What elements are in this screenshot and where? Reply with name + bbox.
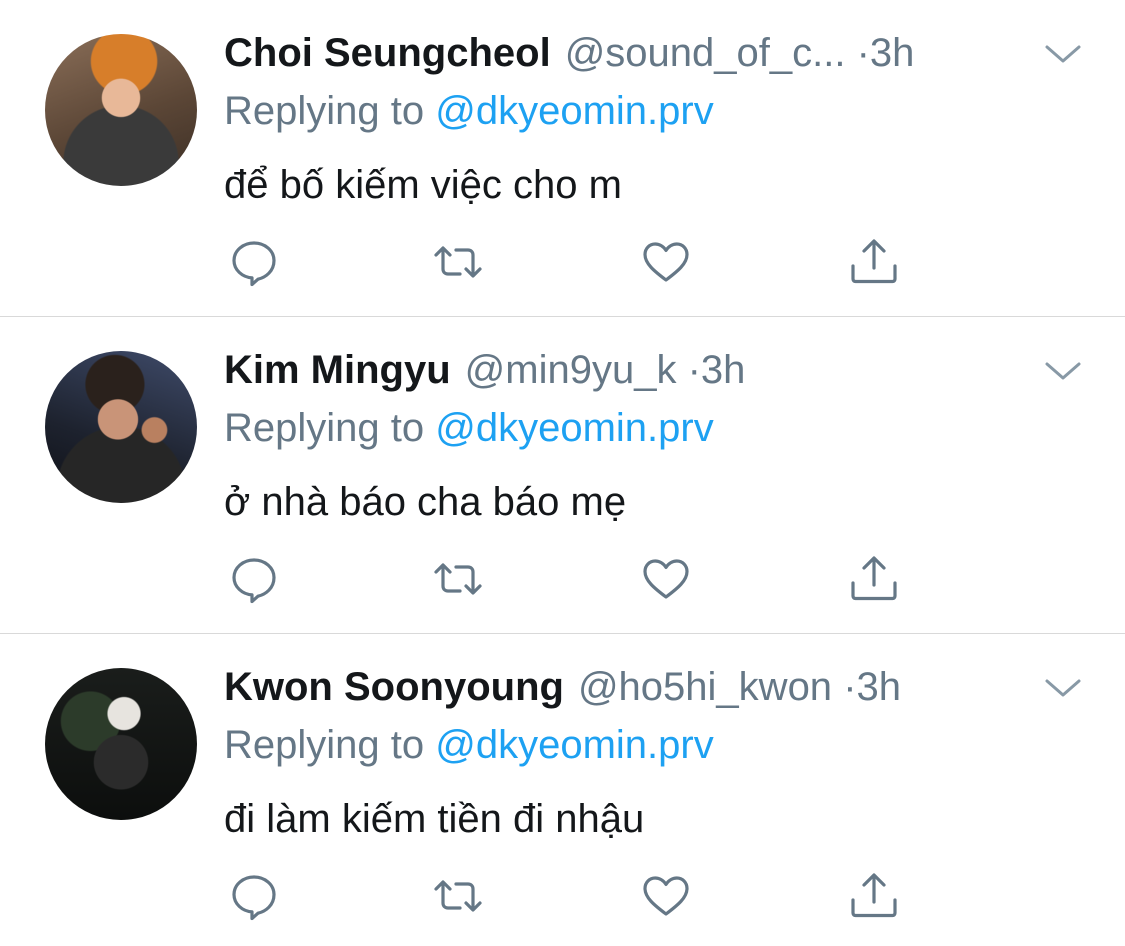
display-name[interactable]: Kim Mingyu: [224, 348, 451, 393]
avatar[interactable]: [45, 351, 197, 503]
retweet-icon[interactable]: [432, 870, 484, 922]
retweet-icon[interactable]: [432, 553, 484, 605]
tweet-text: đi làm kiếm tiền đi nhậu: [224, 797, 645, 841]
tweet[interactable]: Choi Seungcheol @sound_of_c... · 3h Repl…: [0, 0, 1125, 317]
tweet-header: Kim Mingyu @min9yu_k · 3h: [224, 348, 1085, 398]
tweet-header: Choi Seungcheol @sound_of_c... · 3h: [224, 31, 1085, 81]
action-bar: [0, 553, 1125, 605]
chevron-down-icon[interactable]: [1043, 676, 1083, 700]
action-bar: [0, 236, 1125, 288]
tweet-header: Kwon Soonyoung @ho5hi_kwon · 3h: [224, 665, 1085, 715]
share-icon[interactable]: [848, 553, 900, 605]
reply-icon[interactable]: [228, 870, 280, 922]
heart-icon[interactable]: [640, 870, 692, 922]
mention-link[interactable]: @dkyeomin.prv: [435, 406, 713, 450]
replying-to: Replying to @dkyeomin.prv: [224, 89, 714, 134]
retweet-icon[interactable]: [432, 236, 484, 288]
separator-dot: ·: [687, 348, 701, 392]
tweet[interactable]: Kim Mingyu @min9yu_k · 3h Replying to @d…: [0, 317, 1125, 634]
tweet-text: ở nhà báo cha báo mẹ: [224, 480, 627, 524]
reply-feed: Choi Seungcheol @sound_of_c... · 3h Repl…: [0, 0, 1125, 946]
user-handle[interactable]: @sound_of_c...: [565, 31, 846, 76]
reply-icon[interactable]: [228, 553, 280, 605]
chevron-down-icon[interactable]: [1043, 359, 1083, 383]
avatar[interactable]: [45, 34, 197, 186]
replying-to-label: Replying to: [224, 89, 436, 133]
reply-icon[interactable]: [228, 236, 280, 288]
timestamp[interactable]: 3h: [870, 31, 915, 76]
display-name[interactable]: Choi Seungcheol: [224, 31, 551, 76]
share-icon[interactable]: [848, 236, 900, 288]
chevron-down-icon[interactable]: [1043, 42, 1083, 66]
action-bar: [0, 870, 1125, 922]
separator-dot: ·: [856, 31, 870, 75]
mention-link[interactable]: @dkyeomin.prv: [435, 723, 713, 767]
tweet-text: để bố kiếm việc cho m: [224, 163, 622, 207]
replying-to-label: Replying to: [224, 723, 436, 767]
replying-to: Replying to @dkyeomin.prv: [224, 406, 714, 451]
user-handle[interactable]: @ho5hi_kwon: [578, 665, 832, 710]
timestamp[interactable]: 3h: [701, 348, 746, 393]
heart-icon[interactable]: [640, 236, 692, 288]
replying-to: Replying to @dkyeomin.prv: [224, 723, 714, 768]
display-name[interactable]: Kwon Soonyoung: [224, 665, 564, 710]
user-handle[interactable]: @min9yu_k: [465, 348, 677, 393]
mention-link[interactable]: @dkyeomin.prv: [435, 89, 713, 133]
timestamp[interactable]: 3h: [857, 665, 902, 710]
tweet[interactable]: Kwon Soonyoung @ho5hi_kwon · 3h Replying…: [0, 634, 1125, 946]
heart-icon[interactable]: [640, 553, 692, 605]
separator-dot: ·: [843, 665, 857, 709]
replying-to-label: Replying to: [224, 406, 436, 450]
avatar[interactable]: [45, 668, 197, 820]
share-icon[interactable]: [848, 870, 900, 922]
